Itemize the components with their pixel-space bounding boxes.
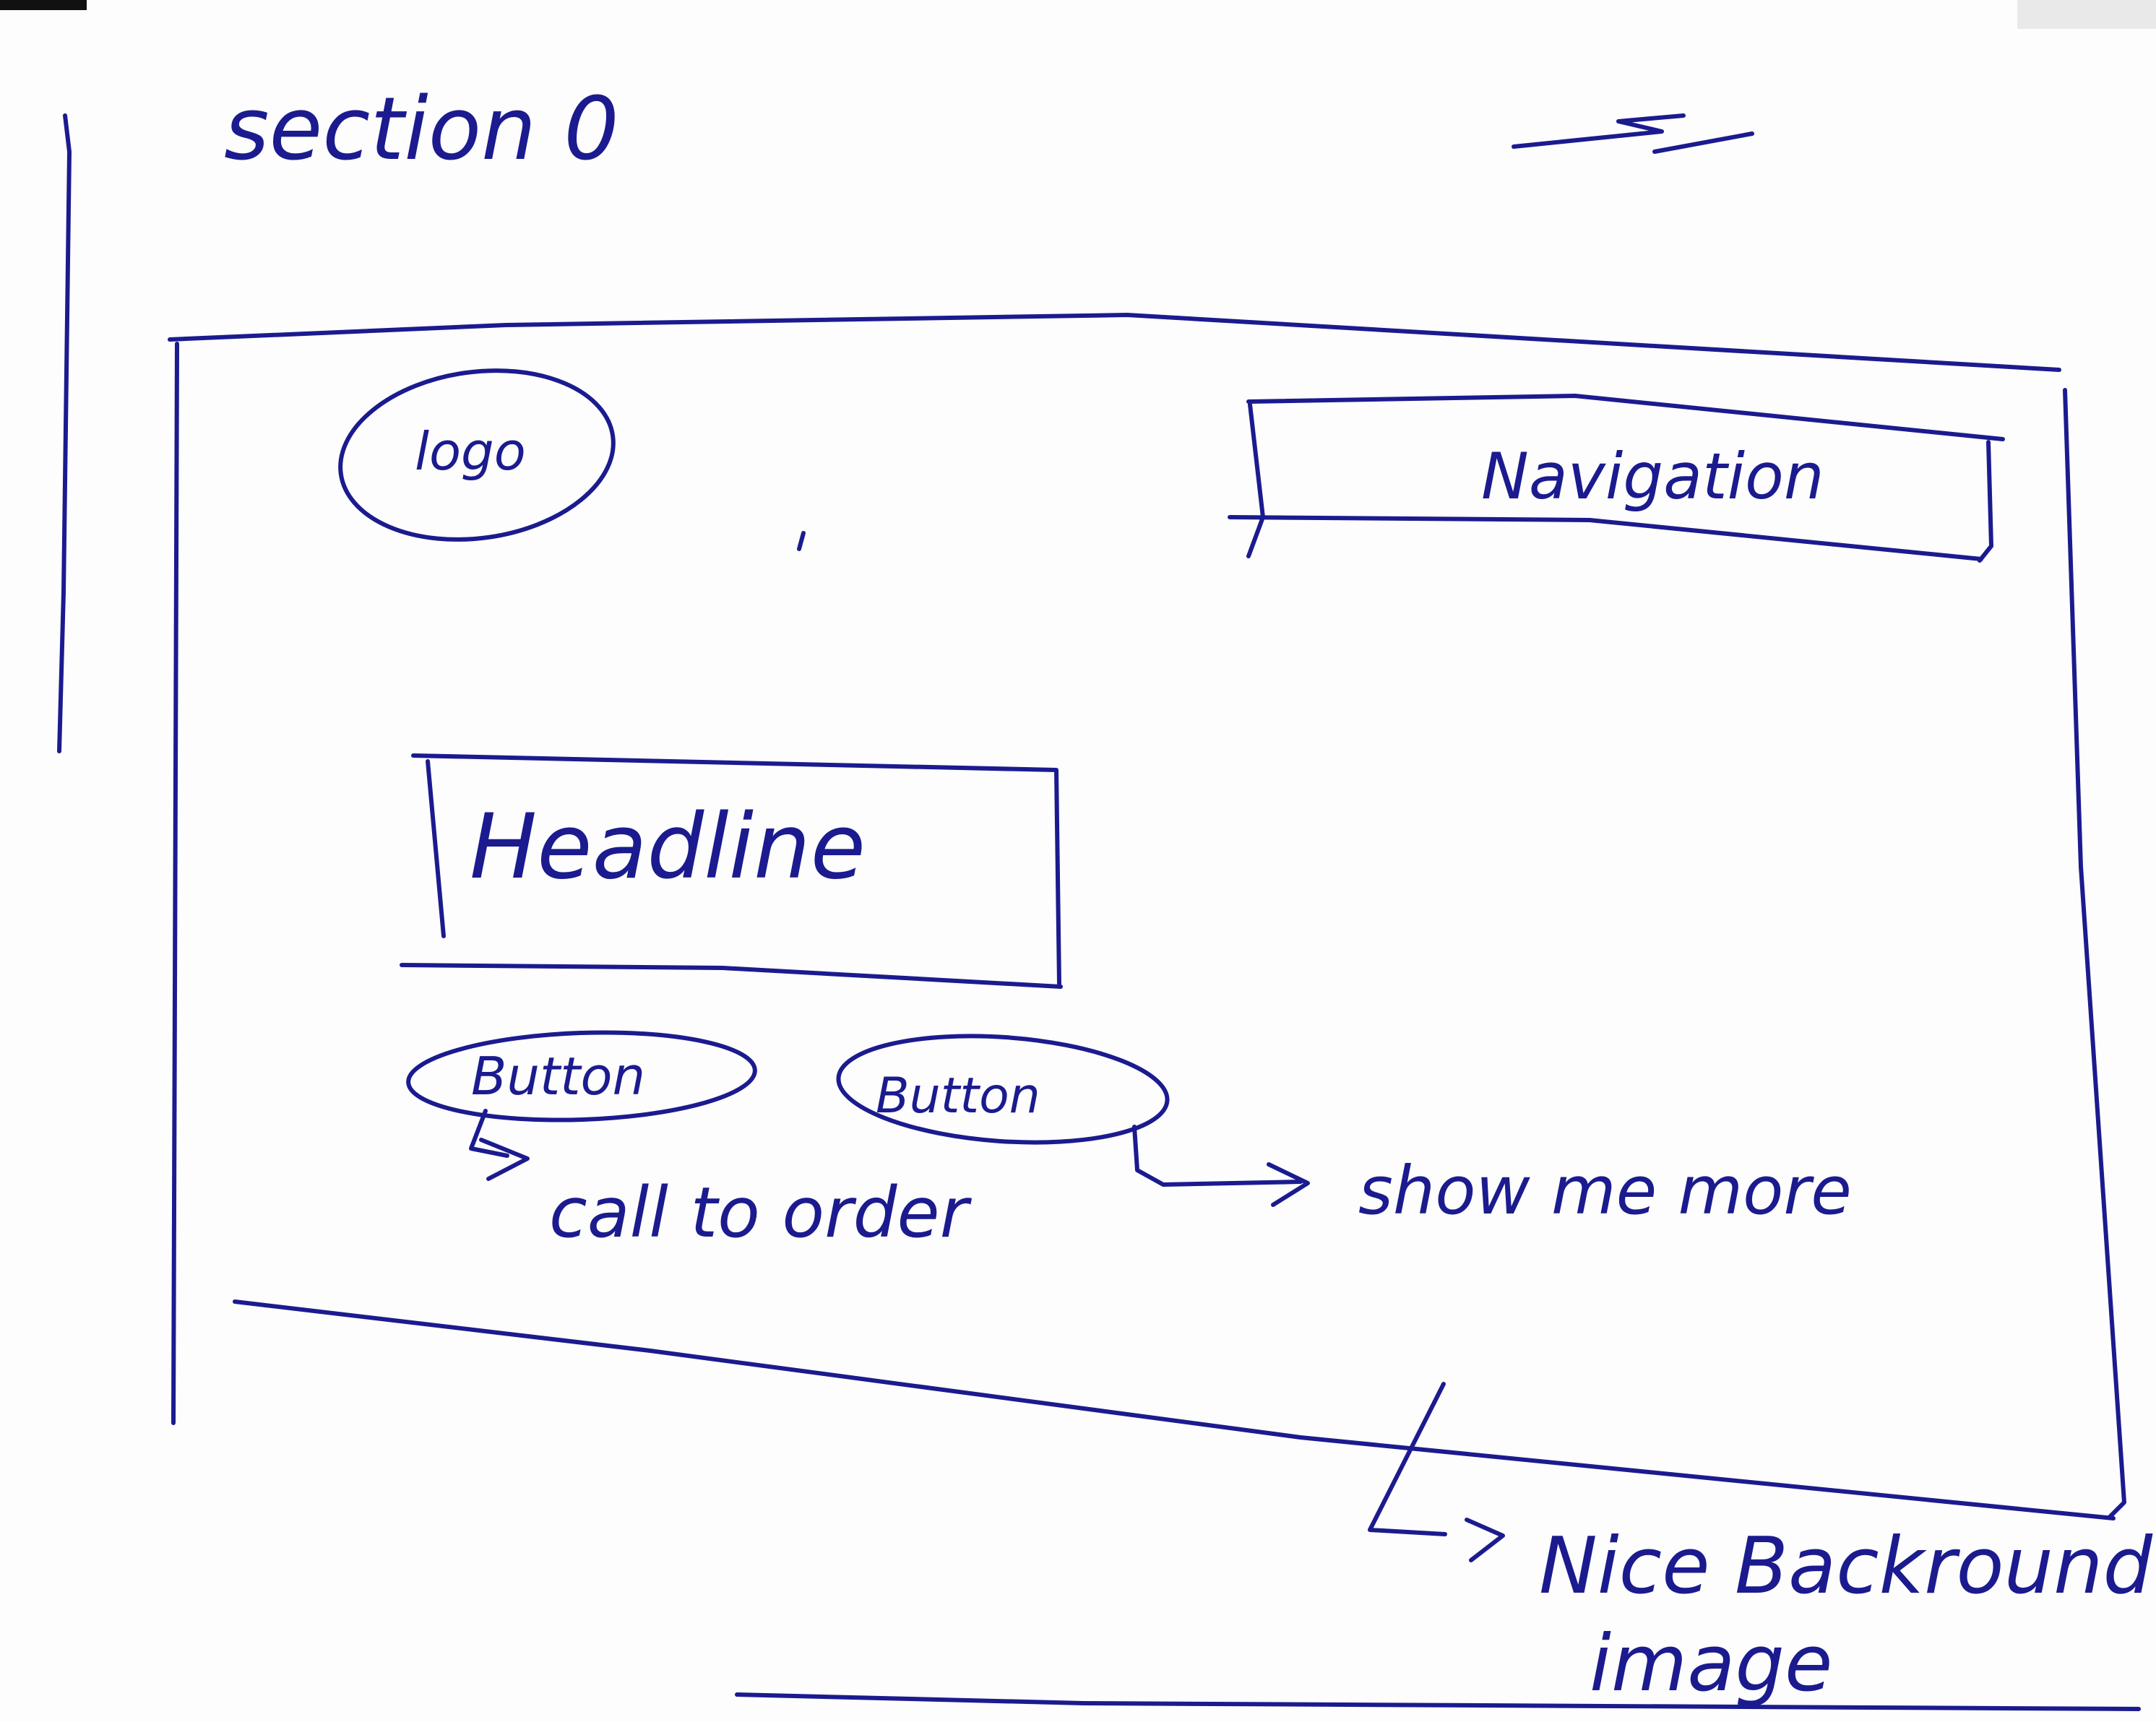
secondary-button-note: show me more: [1358, 1152, 1852, 1229]
primary-button-label: Button: [471, 1046, 645, 1107]
primary-note-arrow: [469, 1109, 530, 1181]
navigation-label: Navigation: [1481, 439, 1824, 514]
scribble-mark: [1512, 113, 1754, 154]
section-title: section 0: [224, 79, 619, 180]
frame-right-edge: [2063, 388, 2126, 1519]
frame-bottom-edge: [233, 1299, 2116, 1520]
photo-corner-shadow: [0, 0, 87, 10]
secondary-button[interactable]: Button: [835, 1026, 1171, 1152]
secondary-button-label: Button: [876, 1068, 1040, 1125]
headline-left-edge: [426, 759, 446, 938]
sketch-page: section 0 logo Navigation Headline Butto…: [0, 0, 2156, 1722]
headline-label: Headline: [470, 795, 866, 899]
primary-button[interactable]: Button: [406, 1027, 757, 1126]
navigation-bottom-edge: [1228, 515, 1983, 561]
stray-mark: [797, 531, 806, 551]
logo[interactable]: logo: [329, 354, 624, 557]
logo-label: logo: [415, 421, 526, 482]
headline-bottom-edge: [400, 963, 1063, 989]
background-note-line1: Nice Backround: [1539, 1521, 2154, 1611]
navigation-top-edge: [1246, 394, 2005, 441]
headline-box: Headline: [400, 753, 1063, 989]
background-note-arrow: [1368, 1382, 1505, 1562]
primary-button-note: call to order: [549, 1172, 973, 1253]
wireframe-sketch: section 0 logo Navigation Headline Butto…: [0, 0, 2156, 1711]
page-bottom-line: [735, 1692, 2141, 1711]
margin-line: [57, 113, 72, 753]
navigation-right-edge: [1978, 440, 1993, 563]
secondary-note-arrow: [1132, 1125, 1310, 1207]
background-note-line2: image: [1590, 1619, 1832, 1709]
navigation-left-edge: [1246, 402, 1265, 558]
frame-top-edge: [168, 313, 2061, 372]
navigation-bar[interactable]: Navigation: [1228, 394, 2005, 563]
photo-edge-shadow: [2017, 0, 2156, 29]
frame-left-edge: [171, 342, 179, 1425]
